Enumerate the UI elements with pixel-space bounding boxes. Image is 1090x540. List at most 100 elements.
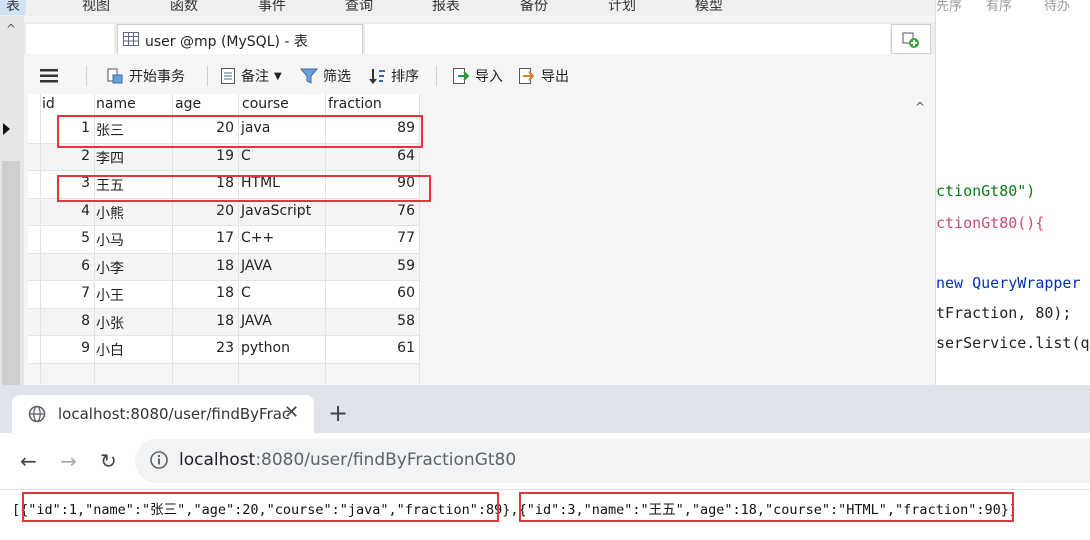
scroll-up-icon[interactable]: ^ bbox=[6, 22, 16, 36]
table-row[interactable]: 6 小李 18 JAVA 59 bbox=[28, 253, 420, 281]
memo-label: 备注 bbox=[241, 69, 269, 85]
json-highlight-box bbox=[519, 492, 1014, 522]
globe-icon bbox=[28, 405, 46, 423]
editor-tab[interactable]: 先序 bbox=[936, 0, 962, 14]
menu-button[interactable] bbox=[40, 65, 58, 87]
url-field[interactable]: localhost:8080/user/findByFractionGt80 bbox=[135, 439, 1090, 483]
new-tab-icon[interactable]: + bbox=[328, 399, 348, 427]
cell-age[interactable]: 17 bbox=[172, 230, 234, 246]
tab-objects[interactable] bbox=[26, 24, 114, 54]
row-highlight-box bbox=[57, 175, 431, 202]
cell-name[interactable]: 小张 bbox=[96, 313, 166, 333]
reload-icon[interactable]: ↻ bbox=[100, 449, 117, 473]
cell-course[interactable]: python bbox=[241, 340, 325, 356]
object-panel-scrollbar[interactable] bbox=[2, 161, 20, 385]
column-header-name[interactable]: name bbox=[96, 96, 136, 112]
browser-tab[interactable]: localhost:8080/user/findByFrac ✕ bbox=[12, 395, 314, 433]
cell-age[interactable]: 23 bbox=[172, 340, 234, 356]
cell-id[interactable]: 8 bbox=[40, 313, 90, 329]
menu-item-query[interactable]: 查询 bbox=[345, 0, 373, 15]
hamburger-icon bbox=[40, 69, 58, 83]
navicat-window: ^ user @mp (MySQL) - 表 开始事务 备注 ▼ 筛选 排序 导… bbox=[0, 16, 935, 385]
tab-strip: user @mp (MySQL) - 表 bbox=[24, 22, 935, 55]
menu-item-schedule[interactable]: 计划 bbox=[608, 0, 636, 15]
menu-item-view[interactable]: 视图 bbox=[82, 0, 110, 15]
toolbar-divider bbox=[86, 66, 87, 86]
cell-course[interactable]: JAVA bbox=[241, 258, 325, 274]
cell-age[interactable]: 18 bbox=[172, 258, 234, 274]
cell-fraction[interactable]: 64 bbox=[325, 148, 415, 164]
cell-fraction[interactable]: 76 bbox=[325, 203, 415, 219]
cell-course[interactable]: JavaScript bbox=[241, 203, 325, 219]
cell-age[interactable]: 18 bbox=[172, 313, 234, 329]
menu-item-table[interactable]: 表 bbox=[0, 0, 26, 15]
cell-fraction[interactable]: 59 bbox=[325, 258, 415, 274]
table-row[interactable]: 9 小白 23 python 61 bbox=[28, 336, 420, 364]
code-line: new QueryWrapper bbox=[936, 274, 1081, 292]
cell-id[interactable]: 5 bbox=[40, 230, 90, 246]
grid-scroll-up-icon[interactable]: ^ bbox=[915, 100, 925, 114]
code-line: serService.list(q bbox=[936, 334, 1090, 352]
table-row[interactable]: 7 小王 18 C 60 bbox=[28, 281, 420, 309]
memo-icon bbox=[221, 68, 235, 84]
menu-item-report[interactable]: 报表 bbox=[432, 0, 460, 15]
editor-tab[interactable]: 有序 bbox=[986, 0, 1012, 14]
cell-name[interactable]: 李四 bbox=[96, 148, 166, 168]
code-editor-fragment: 先序 有序 待办 ctionGt80") ctionGt80(){ new Qu… bbox=[935, 0, 1090, 385]
tab-user-table[interactable]: user @mp (MySQL) - 表 bbox=[117, 24, 363, 54]
cell-course[interactable]: C++ bbox=[241, 230, 325, 246]
editor-tabs: 先序 有序 待办 bbox=[936, 0, 1090, 14]
cell-fraction[interactable]: 77 bbox=[325, 230, 415, 246]
cell-fraction[interactable]: 61 bbox=[325, 340, 415, 356]
url-text: localhost:8080/user/findByFractionGt80 bbox=[179, 450, 516, 470]
forward-icon[interactable]: → bbox=[60, 449, 77, 473]
column-header-id[interactable]: id bbox=[42, 96, 55, 112]
cell-age[interactable]: 20 bbox=[172, 203, 234, 219]
cell-name[interactable]: 小白 bbox=[96, 340, 166, 360]
menu-item-event[interactable]: 事件 bbox=[258, 0, 286, 15]
cell-course[interactable]: C bbox=[241, 148, 325, 164]
cell-course[interactable]: C bbox=[241, 285, 325, 301]
close-tab-icon[interactable]: ✕ bbox=[284, 402, 299, 423]
table-row[interactable]: 5 小马 17 C++ 77 bbox=[28, 226, 420, 254]
import-button[interactable]: 导入 bbox=[452, 65, 503, 87]
cell-id[interactable]: 7 bbox=[40, 285, 90, 301]
cell-age[interactable]: 19 bbox=[172, 148, 234, 164]
begin-transaction-button[interactable]: 开始事务 bbox=[106, 65, 185, 87]
cell-fraction[interactable]: 60 bbox=[325, 285, 415, 301]
table-row[interactable]: 8 小张 18 JAVA 58 bbox=[28, 308, 420, 336]
cell-age[interactable]: 18 bbox=[172, 285, 234, 301]
cell-course[interactable]: JAVA bbox=[241, 313, 325, 329]
new-tab-button[interactable] bbox=[891, 24, 931, 54]
filter-button[interactable]: 筛选 bbox=[300, 65, 351, 87]
export-button[interactable]: 导出 bbox=[518, 65, 569, 87]
transaction-icon bbox=[107, 68, 123, 84]
column-header-course[interactable]: course bbox=[242, 96, 289, 112]
cell-name[interactable]: 小王 bbox=[96, 285, 166, 305]
cell-id[interactable]: 6 bbox=[40, 258, 90, 274]
tab-strip-empty bbox=[365, 24, 890, 55]
cell-fraction[interactable]: 58 bbox=[325, 313, 415, 329]
column-header-fraction[interactable]: fraction bbox=[328, 96, 382, 112]
back-icon[interactable]: ← bbox=[20, 449, 37, 473]
sort-icon bbox=[369, 69, 385, 84]
cell-id[interactable]: 9 bbox=[40, 340, 90, 356]
code-line: ctionGt80") bbox=[936, 182, 1036, 200]
info-icon[interactable] bbox=[149, 450, 169, 470]
sort-button[interactable]: 排序 bbox=[368, 65, 419, 87]
page-content: [{"id":1,"name":"张三","age":20,"course":"… bbox=[0, 489, 1090, 540]
menu-item-backup[interactable]: 备份 bbox=[520, 0, 548, 15]
cell-id[interactable]: 2 bbox=[40, 148, 90, 164]
memo-button[interactable]: 备注 ▼ bbox=[220, 65, 282, 87]
cell-name[interactable]: 小熊 bbox=[96, 203, 166, 223]
column-header-age[interactable]: age bbox=[175, 96, 201, 112]
menu-item-function[interactable]: 函数 bbox=[170, 0, 198, 15]
menu-item-model[interactable]: 模型 bbox=[695, 0, 723, 15]
cell-name[interactable]: 小马 bbox=[96, 230, 166, 250]
code-line: ctionGt80(){ bbox=[936, 214, 1045, 232]
export-label: 导出 bbox=[541, 69, 569, 85]
cell-name[interactable]: 小李 bbox=[96, 258, 166, 278]
table-row[interactable]: 4 小熊 20 JavaScript 76 bbox=[28, 198, 420, 226]
editor-tab[interactable]: 待办 bbox=[1044, 0, 1070, 14]
cell-id[interactable]: 4 bbox=[40, 203, 90, 219]
